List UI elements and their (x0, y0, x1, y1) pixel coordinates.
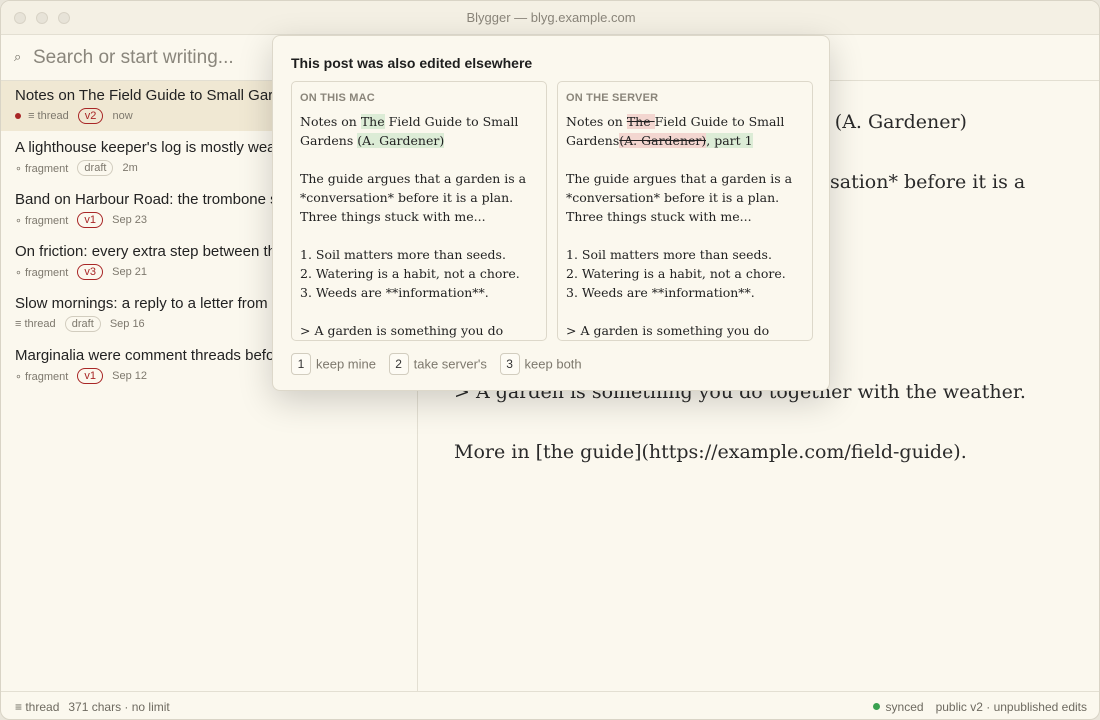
post-time: Sep 23 (112, 214, 147, 226)
diff-text: Gardens (300, 133, 358, 148)
post-kind-status: ≡ thread (15, 700, 60, 714)
version-badge: v3 (77, 264, 104, 280)
post-kind: ∘ fragment (15, 162, 69, 175)
diff-text: Notes on (300, 114, 361, 129)
diff-text: 1. Soil matters more than seeds. (566, 247, 772, 262)
sync-status: synced (885, 700, 924, 714)
diff-added: The (360, 114, 385, 129)
shortcut-key: 3 (499, 353, 520, 375)
post-kind: ≡ thread (15, 318, 56, 330)
editor-line: More in [the guide](https://example.com/… (454, 441, 967, 463)
diff-text: 3. Weeds are **information**. (300, 285, 489, 300)
diff-text: > A garden is something you do (566, 323, 770, 338)
draft-badge: draft (77, 160, 114, 176)
diff-text: *conversation* before it is a plan. (566, 190, 780, 205)
diff-text: The guide argues that a garden is a (566, 171, 793, 186)
keep-mine-button[interactable]: 1 keep mine (291, 353, 376, 375)
choice-label: take server's (413, 356, 487, 372)
sync-status-icon (872, 703, 880, 710)
diff-removed: (A. Gardener) (619, 133, 707, 148)
post-time: Sep 21 (112, 266, 147, 278)
choice-label: keep mine (316, 356, 376, 372)
post-kind: ∘ fragment (15, 266, 69, 279)
diff-text: Three things stuck with me... (300, 209, 486, 224)
diff-text: > A garden is something you do (300, 323, 504, 338)
shortcut-key: 2 (388, 353, 409, 375)
diff-text: 2. Watering is a habit, not a chore. (566, 266, 786, 281)
local-version-pane[interactable]: ON THIS MAC Notes on The Field Guide to … (291, 81, 547, 341)
visibility-status[interactable]: public v2 · unpublished edits (936, 700, 1087, 714)
diff-text: *conversation* before it is a plan. (300, 190, 514, 205)
version-badge: v1 (77, 212, 104, 228)
version-badge: v1 (77, 368, 104, 384)
dialog-title: This post was also edited elsewhere (291, 55, 533, 71)
window-title: Blygger — blyg.example.com (466, 10, 636, 25)
post-kind: ∘ fragment (15, 214, 69, 227)
post-time: 2m (122, 162, 138, 174)
server-version-pane[interactable]: ON THE SERVER Notes on The Field Guide t… (557, 81, 813, 341)
diff-removed: The (626, 114, 655, 129)
unsaved-dot-icon (15, 113, 21, 119)
resolution-choices: 1 keep mine 2 take server's 3 keep both (291, 353, 591, 375)
editor-line: sation* before it is a (830, 171, 1026, 193)
char-count: 371 chars · no limit (68, 700, 170, 714)
take-server-button[interactable]: 2 take server's (388, 353, 487, 375)
diff-text: Field Guide to Small (384, 114, 519, 129)
diff-text: 3. Weeds are **information**. (566, 285, 755, 300)
pane-label: ON THE SERVER (566, 92, 659, 104)
choice-label: keep both (524, 356, 582, 372)
post-kind: ≡ thread (28, 110, 69, 122)
diff-text: Field Guide to Small (654, 114, 785, 129)
post-time: Sep 12 (112, 370, 147, 382)
pane-label: ON THIS MAC (300, 92, 375, 104)
status-bar: ≡ thread 371 chars · no limit synced publi… (1, 691, 1099, 719)
app-window: Blygger — blyg.example.com ⌕ Notes on Th… (0, 0, 1100, 720)
editor-line: s (A. Gardener) (819, 111, 967, 133)
diff-text: 1. Soil matters more than seeds. (300, 247, 506, 262)
post-kind: ∘ fragment (15, 370, 69, 383)
diff-text: Three things stuck with me... (566, 209, 752, 224)
draft-badge: draft (64, 316, 101, 332)
version-badge: v2 (77, 108, 104, 124)
diff-text: Notes on (566, 114, 627, 129)
shortcut-key: 1 (291, 353, 311, 375)
diff-text: 2. Watering is a habit, not a chore. (300, 266, 520, 281)
conflict-dialog: This post was also edited elsewhere ON T… (272, 35, 830, 391)
keep-both-button[interactable]: 3 keep both (499, 353, 582, 375)
post-time: Sep 16 (109, 318, 145, 330)
title-bar: Blygger — blyg.example.com (1, 1, 1099, 35)
pane-body: Notes on The Field Guide to Small Garden… (300, 112, 540, 340)
pane-body: Notes on The Field Guide to Small Garden… (566, 112, 806, 340)
search-icon: ⌕ (14, 49, 22, 64)
diff-text: Gardens (566, 133, 620, 148)
diff-added: , part 1 (706, 133, 753, 148)
post-time: now (112, 110, 133, 122)
diff-added: (A. Gardener) (357, 133, 445, 148)
diff-text: The guide argues that a garden is a (300, 171, 527, 186)
